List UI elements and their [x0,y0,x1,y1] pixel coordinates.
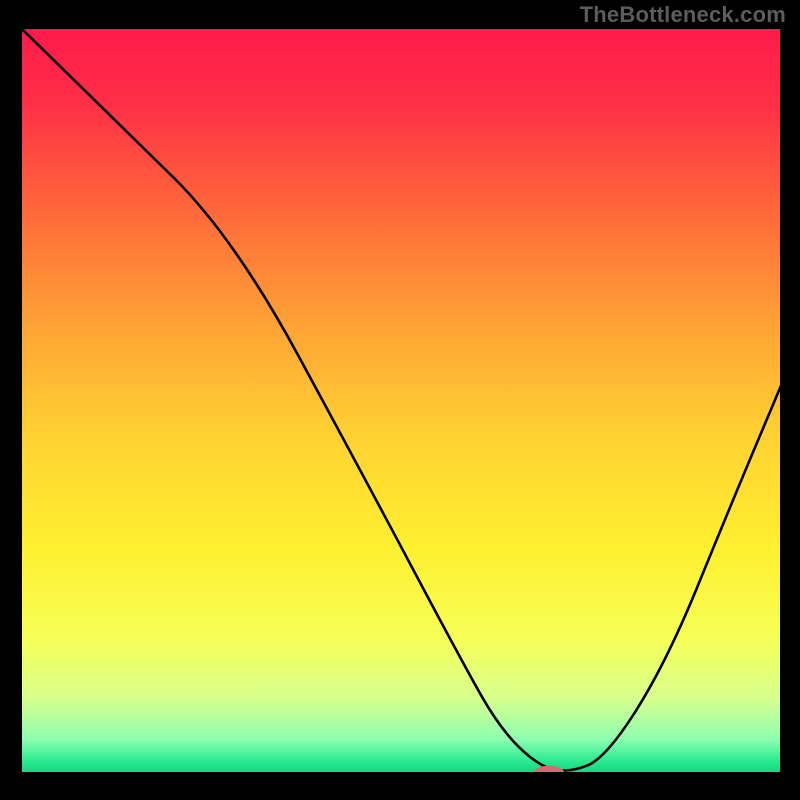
chart-frame: TheBottleneck.com [0,0,800,800]
bottleneck-chart [0,0,800,800]
watermark-text: TheBottleneck.com [580,2,786,28]
